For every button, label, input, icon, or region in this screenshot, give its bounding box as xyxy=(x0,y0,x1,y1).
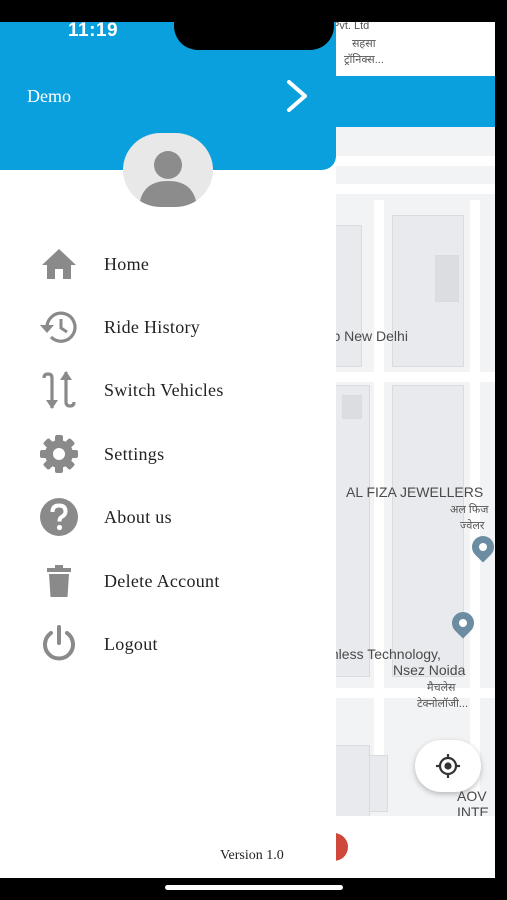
menu-label: Ride History xyxy=(104,316,201,337)
navigation-drawer: Demo Home Ride History Switch Vehicles S… xyxy=(0,0,336,878)
map-road xyxy=(320,372,495,382)
map-block xyxy=(392,385,464,677)
menu-item-about-us[interactable]: About us xyxy=(0,490,336,544)
map-label: AL FIZA JEWELLERS xyxy=(346,484,484,500)
gear-icon xyxy=(38,433,80,475)
map-road xyxy=(374,200,384,800)
locate-icon xyxy=(436,754,460,778)
menu-item-logout[interactable]: Logout xyxy=(0,617,336,671)
map-label: टेक्नोलॉजी... xyxy=(417,698,469,710)
menu-item-delete-account[interactable]: Delete Account xyxy=(0,554,336,608)
my-location-button[interactable] xyxy=(415,740,481,792)
map-label: सहसा xyxy=(352,38,376,50)
map-label: ट्रॉनिक्स... xyxy=(344,54,384,66)
map-road xyxy=(320,688,495,698)
home-icon xyxy=(38,243,80,285)
user-name: Demo xyxy=(27,86,71,106)
map-label: tchless Technology, xyxy=(320,646,441,662)
user-avatar-icon xyxy=(139,151,197,207)
swap-icon xyxy=(38,369,80,411)
profile-chevron-button[interactable] xyxy=(280,78,314,114)
menu-item-ride-history[interactable]: Ride History xyxy=(0,300,336,354)
menu-item-switch-vehicles[interactable]: Switch Vehicles xyxy=(0,363,336,417)
device-notch xyxy=(174,0,334,50)
menu-item-settings[interactable]: Settings xyxy=(0,427,336,481)
map-block xyxy=(342,395,362,419)
map-road xyxy=(470,200,480,800)
status-time: 11:19 xyxy=(68,20,119,41)
menu-label: Delete Account xyxy=(104,570,220,591)
menu-label: About us xyxy=(104,506,172,527)
app-screen: Pvt. Ltd सहसा ट्रॉनिक्स... orp New Delhi… xyxy=(0,0,495,878)
avatar[interactable] xyxy=(123,133,213,207)
map-label: ज्वेलर xyxy=(460,520,485,532)
home-indicator xyxy=(165,885,343,890)
menu-item-home[interactable]: Home xyxy=(0,237,336,291)
help-icon xyxy=(38,496,80,538)
map-road xyxy=(320,184,495,194)
map-label: अल फिज xyxy=(450,504,489,516)
menu-label: Logout xyxy=(104,633,158,654)
menu-label: Home xyxy=(104,253,150,274)
map-block xyxy=(435,255,459,302)
menu-label: Settings xyxy=(104,443,165,464)
chevron-right-icon xyxy=(287,80,307,112)
app-bar-behind-drawer xyxy=(320,76,495,127)
history-icon xyxy=(38,306,80,348)
power-icon xyxy=(38,623,80,665)
map-label: मैचलेस xyxy=(427,682,456,694)
menu-label: Switch Vehicles xyxy=(104,379,224,400)
map-label: Nsez Noida xyxy=(393,662,466,678)
app-version: Version 1.0 xyxy=(220,848,284,863)
map-road xyxy=(320,156,495,166)
trash-icon xyxy=(38,560,80,602)
